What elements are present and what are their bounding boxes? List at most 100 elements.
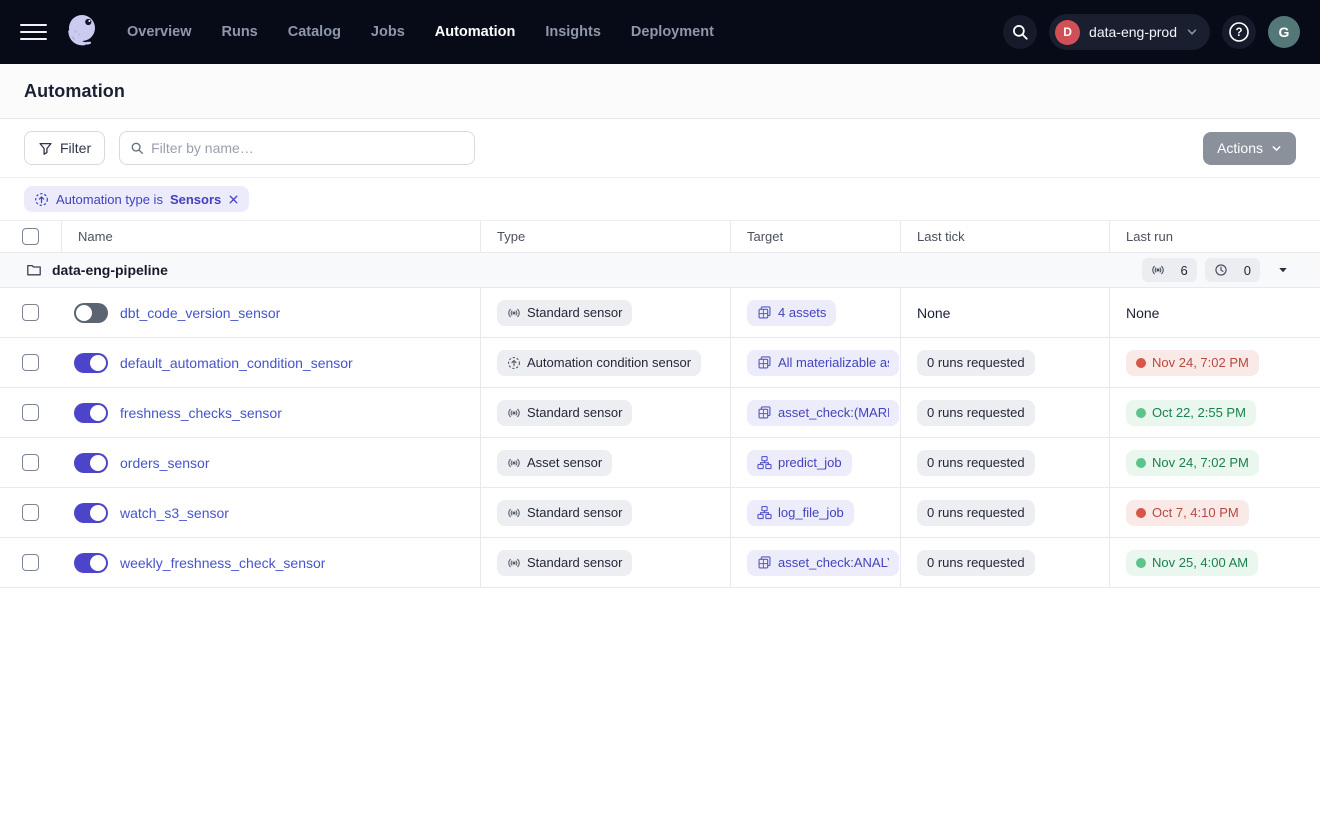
automation-icon: [507, 356, 521, 370]
row-checkbox[interactable]: [22, 354, 39, 371]
hamburger-menu-icon[interactable]: [20, 24, 47, 41]
sensor-name-link[interactable]: freshness_checks_sensor: [120, 405, 282, 421]
nav-item-deployment[interactable]: Deployment: [631, 24, 714, 40]
repo-group-name: data-eng-pipeline: [52, 262, 168, 278]
last-tick-badge: 0 runs requested: [917, 400, 1035, 426]
close-icon[interactable]: [228, 194, 239, 205]
row-checkbox[interactable]: [22, 504, 39, 521]
sensor-count-badge: 6: [1142, 258, 1197, 282]
top-nav: Overview Runs Catalog Jobs Automation Insight…: [0, 0, 1320, 64]
row-checkbox[interactable]: [22, 304, 39, 321]
sensor-toggle[interactable]: [74, 553, 108, 573]
filter-chip-label: Automation type is: [56, 192, 163, 207]
last-run-badge[interactable]: Oct 22, 2:55 PM: [1126, 400, 1256, 426]
sensor-type-badge: Standard sensor: [497, 500, 632, 526]
job-icon: [757, 505, 772, 520]
last-run-time: Oct 22, 2:55 PM: [1152, 405, 1246, 420]
deployment-badge: D: [1055, 20, 1080, 45]
sensor-type-badge: Standard sensor: [497, 300, 632, 326]
sensor-count: 6: [1181, 263, 1188, 278]
row-checkbox[interactable]: [22, 454, 39, 471]
user-avatar[interactable]: G: [1268, 16, 1300, 48]
sensor-target-link[interactable]: predict_job: [747, 450, 852, 476]
sensor-toggle[interactable]: [74, 353, 108, 373]
sensor-toggle[interactable]: [74, 303, 108, 323]
row-checkbox[interactable]: [22, 554, 39, 571]
automation-condition-icon: [34, 192, 49, 207]
filter-chip-automation-type[interactable]: Automation type is Sensors: [24, 186, 249, 212]
nav-item-runs[interactable]: Runs: [222, 24, 258, 40]
last-run-time: Nov 24, 7:02 PM: [1152, 355, 1249, 370]
sensor-row: freshness_checks_sensor Standard sensor …: [0, 388, 1320, 438]
select-all-checkbox[interactable]: [22, 228, 39, 245]
active-filters-row: Automation type is Sensors: [0, 178, 1320, 221]
sensor-target-link[interactable]: asset_check:ANALY: [747, 550, 899, 576]
filter-button-label: Filter: [60, 140, 91, 156]
run-status-dot-icon: [1136, 458, 1146, 468]
column-header-last-tick: Last tick: [901, 221, 1110, 252]
row-checkbox[interactable]: [22, 404, 39, 421]
header-checkbox-cell: [0, 221, 62, 252]
page-titlebar: Automation: [0, 64, 1320, 119]
job-icon: [757, 455, 772, 470]
sensor-row: weekly_freshness_check_sensor Standard s…: [0, 538, 1320, 588]
sensor-name-link[interactable]: watch_s3_sensor: [120, 505, 229, 521]
last-run-badge[interactable]: Nov 24, 7:02 PM: [1126, 350, 1259, 376]
collapse-caret-icon[interactable]: [1274, 261, 1292, 279]
last-run-value: None: [1126, 305, 1159, 321]
nav-item-automation[interactable]: Automation: [435, 24, 516, 40]
search-button[interactable]: [1003, 15, 1037, 49]
sensor-toggle[interactable]: [74, 503, 108, 523]
filter-chip-value: Sensors: [170, 192, 221, 207]
help-button[interactable]: ?: [1222, 15, 1256, 49]
sensor-name-link[interactable]: orders_sensor: [120, 455, 210, 471]
sensor-icon: [507, 506, 521, 520]
svg-text:?: ?: [1235, 27, 1242, 39]
last-run-badge[interactable]: Oct 7, 4:10 PM: [1126, 500, 1249, 526]
last-tick-badge: 0 runs requested: [917, 550, 1035, 576]
last-tick-badge: 0 runs requested: [917, 450, 1035, 476]
sensor-name-link[interactable]: weekly_freshness_check_sensor: [120, 555, 325, 571]
last-tick-badge: 0 runs requested: [917, 350, 1035, 376]
last-tick-badge: 0 runs requested: [917, 500, 1035, 526]
last-run-badge[interactable]: Nov 25, 4:00 AM: [1126, 550, 1258, 576]
sensor-toggle[interactable]: [74, 403, 108, 423]
sensor-icon: [1151, 263, 1165, 277]
sensor-icon: [507, 556, 521, 570]
sensor-target-link[interactable]: asset_check:(MARK: [747, 400, 899, 426]
last-run-time: Oct 7, 4:10 PM: [1152, 505, 1239, 520]
sensor-name-link[interactable]: default_automation_condition_sensor: [120, 355, 353, 371]
sensor-name-link[interactable]: dbt_code_version_sensor: [120, 305, 280, 321]
nav-item-catalog[interactable]: Catalog: [288, 24, 341, 40]
search-icon: [1011, 23, 1029, 41]
sensor-toggle[interactable]: [74, 453, 108, 473]
nav-item-jobs[interactable]: Jobs: [371, 24, 405, 40]
sensor-type-badge: Standard sensor: [497, 400, 632, 426]
repo-group-row[interactable]: data-eng-pipeline 6 0: [0, 253, 1320, 288]
actions-button[interactable]: Actions: [1203, 132, 1296, 165]
sensor-icon: [507, 406, 521, 420]
deployment-name: data-eng-prod: [1089, 24, 1177, 40]
last-run-time: Nov 25, 4:00 AM: [1152, 555, 1248, 570]
sensor-type-badge: Automation condition sensor: [497, 350, 701, 376]
last-tick-value: None: [917, 305, 950, 321]
sensor-target-link[interactable]: All materializable as: [747, 350, 899, 376]
sensor-row: dbt_code_version_sensor Standard sensor …: [0, 288, 1320, 338]
name-filter-input[interactable]: [151, 140, 464, 156]
last-run-badge[interactable]: Nov 24, 7:02 PM: [1126, 450, 1259, 476]
name-filter-box: [119, 131, 475, 165]
filter-button[interactable]: Filter: [24, 131, 105, 165]
clock-icon: [1214, 263, 1228, 277]
deployment-switcher[interactable]: D data-eng-prod: [1049, 14, 1210, 50]
asset-icon: [757, 355, 772, 370]
schedule-count-badge: 0: [1205, 258, 1260, 282]
sensor-target-link[interactable]: log_file_job: [747, 500, 854, 526]
sensor-target-link[interactable]: 4 assets: [747, 300, 836, 326]
nav-item-insights[interactable]: Insights: [545, 24, 601, 40]
chevron-down-icon: [1271, 143, 1282, 154]
dagster-logo-icon[interactable]: [61, 10, 105, 54]
sensor-row: default_automation_condition_sensor Auto…: [0, 338, 1320, 388]
page-title: Automation: [24, 81, 125, 102]
run-status-dot-icon: [1136, 358, 1146, 368]
nav-item-overview[interactable]: Overview: [127, 24, 192, 40]
